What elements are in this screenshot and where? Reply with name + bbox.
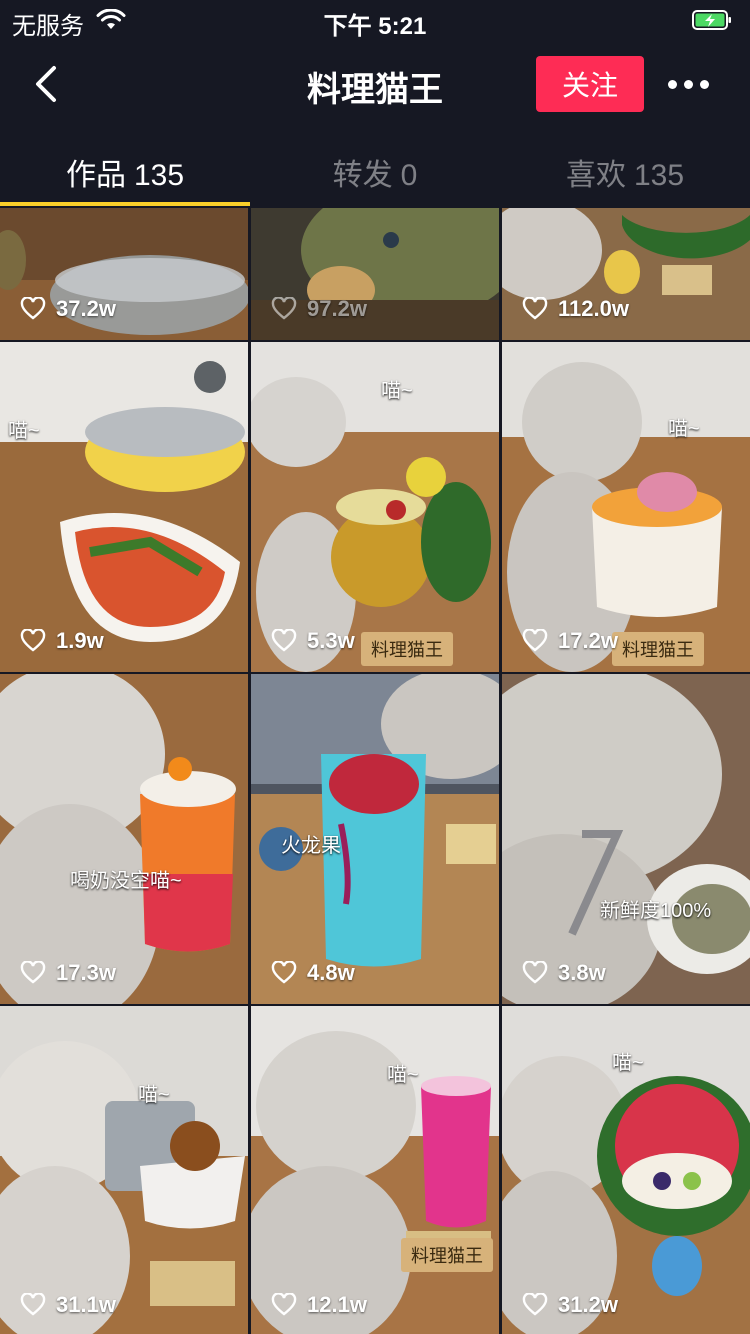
video-caption: 喝奶没空喵~: [70, 870, 182, 892]
video-thumbnail[interactable]: 新鲜度100% 3.8w: [502, 674, 750, 1004]
video-thumbnail[interactable]: 喵~ 料理猫王 5.3w: [251, 342, 499, 672]
tab-label: 转发: [332, 159, 393, 192]
like-count: 31.1w: [20, 1292, 116, 1318]
video-thumbnail[interactable]: 喵~ 31.2w: [502, 1006, 750, 1334]
heart-icon: [271, 961, 297, 984]
video-thumbnail[interactable]: 喵~ 1.9w: [0, 342, 248, 672]
video-caption: 新鲜度100%: [600, 900, 712, 922]
heart-icon: [522, 961, 548, 984]
video-caption: 喵~: [612, 1052, 644, 1074]
like-count-text: 5.3w: [307, 628, 355, 653]
battery-charging-icon: [692, 10, 731, 30]
heart-icon: [20, 961, 46, 984]
video-grid: 37.2w 97.2w 112.0w 喵~ 1.9w 喵~ 料理猫王 5.3w …: [0, 208, 750, 1334]
like-count-text: 17.3w: [56, 960, 116, 985]
tab-reposts[interactable]: 转发 0: [250, 126, 500, 208]
heart-icon: [20, 1293, 46, 1316]
video-caption: 喵~: [387, 1064, 419, 1086]
video-thumbnail[interactable]: 37.2w: [0, 208, 248, 340]
tab-label: 喜欢: [565, 159, 626, 192]
tab-count: 0: [400, 159, 418, 192]
like-count: 3.8w: [522, 960, 606, 986]
like-count-text: 3.8w: [558, 960, 606, 985]
like-count-text: 17.2w: [558, 628, 618, 653]
heart-icon: [271, 1293, 297, 1316]
tab-count: 135: [133, 159, 185, 192]
thumbnail-image: [0, 342, 248, 672]
video-caption: 喵~: [668, 418, 700, 440]
heart-icon: [20, 297, 46, 320]
like-count: 31.2w: [522, 1292, 618, 1318]
status-time: 下午 5:21: [323, 13, 427, 40]
video-thumbnail[interactable]: 喵~ 料理猫王 12.1w: [251, 1006, 499, 1334]
name-sign: 料理猫王: [361, 632, 453, 666]
video-thumbnail[interactable]: 火龙果 4.8w: [251, 674, 499, 1004]
video-caption: 喵~: [381, 380, 413, 402]
profile-tabs: 作品 135 转发 0 喜欢 135: [0, 126, 750, 208]
thumbnail-image: [502, 342, 750, 672]
like-count: 97.2w: [271, 296, 367, 322]
video-thumbnail[interactable]: 112.0w: [502, 208, 750, 340]
like-count: 1.9w: [20, 628, 104, 654]
video-thumbnail[interactable]: 喵~ 31.1w: [0, 1006, 248, 1334]
like-count-text: 31.2w: [558, 1292, 618, 1317]
thumbnail-image: [0, 1006, 248, 1334]
heart-icon: [271, 297, 297, 320]
video-thumbnail[interactable]: 97.2w: [251, 208, 499, 340]
tab-works[interactable]: 作品 135: [0, 126, 250, 208]
heart-icon: [271, 629, 297, 652]
thumbnail-image: [251, 342, 499, 672]
tab-label: 作品: [65, 159, 126, 192]
like-count: 17.3w: [20, 960, 116, 986]
heart-icon: [20, 629, 46, 652]
nav-bar: 料理猫王 关注: [0, 42, 750, 126]
thumbnail-image: [251, 1006, 499, 1334]
name-sign: 料理猫王: [612, 632, 704, 666]
like-count: 17.2w: [522, 628, 618, 654]
status-bar: 无服务 下午 5:21: [0, 0, 750, 42]
like-count: 4.8w: [271, 960, 355, 986]
follow-button[interactable]: 关注: [536, 56, 644, 112]
thumbnail-image: [0, 674, 248, 1004]
video-caption: 喵~: [8, 420, 40, 442]
like-count-text: 97.2w: [307, 296, 367, 321]
heart-icon: [522, 629, 548, 652]
like-count: 5.3w: [271, 628, 355, 654]
active-tab-indicator: [0, 202, 250, 206]
video-caption: 火龙果: [281, 835, 341, 857]
video-caption: 喵~: [138, 1084, 170, 1106]
heart-icon: [522, 297, 548, 320]
like-count: 12.1w: [271, 1292, 367, 1318]
like-count: 37.2w: [20, 296, 116, 322]
tab-likes[interactable]: 喜欢 135: [500, 126, 750, 208]
heart-icon: [522, 1293, 548, 1316]
like-count-text: 112.0w: [558, 296, 629, 321]
like-count-text: 37.2w: [56, 296, 116, 321]
tab-count: 135: [633, 159, 685, 192]
video-thumbnail[interactable]: 喝奶没空喵~ 17.3w: [0, 674, 248, 1004]
like-count-text: 31.1w: [56, 1292, 116, 1317]
video-thumbnail[interactable]: 喵~ 料理猫王 17.2w: [502, 342, 750, 672]
like-count-text: 12.1w: [307, 1292, 367, 1317]
like-count-text: 1.9w: [56, 628, 104, 653]
thumbnail-image: [502, 674, 750, 1004]
like-count-text: 4.8w: [307, 960, 355, 985]
name-sign: 料理猫王: [401, 1238, 493, 1272]
more-options-icon[interactable]: [668, 72, 710, 96]
like-count: 112.0w: [522, 296, 629, 322]
